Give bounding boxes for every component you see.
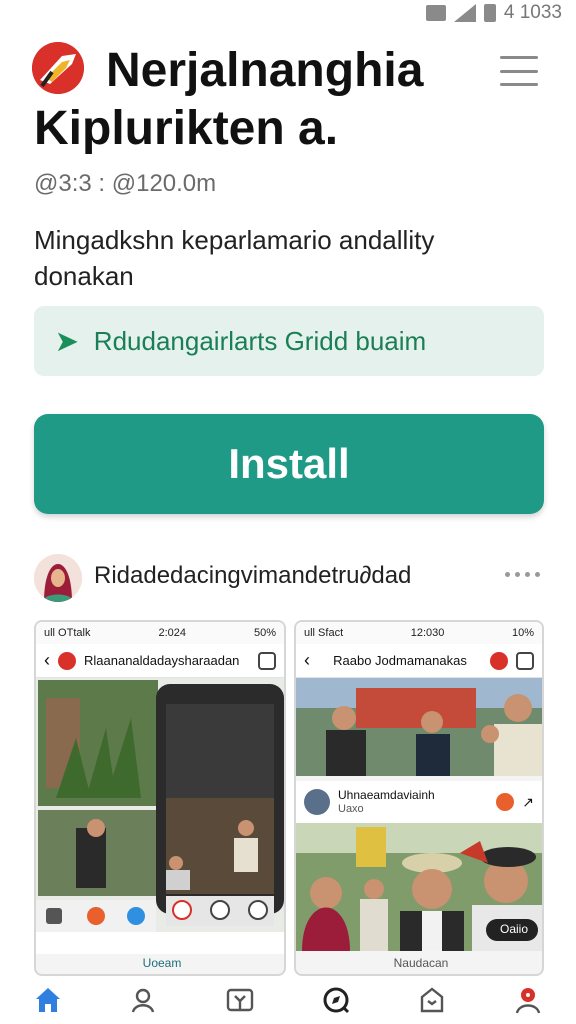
post-subtitle: Uaxo	[338, 803, 364, 815]
avatar[interactable]	[34, 554, 82, 602]
screenshot-status-bar: ull OTtalk 2:024 50%	[36, 622, 284, 644]
screenshot-2-footer: Naudacan	[393, 956, 449, 970]
app-screenshot-2[interactable]: ull Sfact 12:030 10% ‹ Raabo Jodmamanaka…	[294, 620, 544, 976]
search-person-icon	[131, 988, 155, 1013]
status-bar: 4 1033	[0, 0, 576, 24]
nav-gift[interactable]	[220, 980, 260, 1020]
screenshot-1-footer: Uoeam	[142, 956, 182, 970]
avatar	[304, 789, 330, 815]
screenshot-carrier: ull Sfact	[304, 627, 344, 639]
gift-icon	[226, 988, 254, 1012]
app-chip-icon	[58, 651, 76, 670]
profile-icon	[515, 988, 541, 1014]
screenshot-time: 2:024	[158, 627, 186, 639]
screenshot-topbar: ‹ Raabo Jodmamanakas	[296, 644, 542, 678]
reaction-icon	[496, 793, 515, 811]
back-icon: ‹	[304, 650, 310, 670]
app-title: Nerjalnanghia Kiplurikten a.	[34, 44, 424, 155]
feature-banner[interactable]: ➤ Rdudangairlarts Gridd buaim	[34, 306, 544, 376]
share-icon: ↗	[522, 793, 534, 810]
battery-icon	[483, 4, 496, 22]
compass-icon	[323, 987, 350, 1014]
app-screenshot-1[interactable]: ull OTtalk 2:024 50% ‹ Rlaananaldadaysha…	[34, 620, 286, 976]
screenshot-time: 12:030	[410, 627, 445, 639]
nav-shop[interactable]	[412, 980, 452, 1020]
home-icon	[36, 988, 60, 1012]
screenshot-topbar: ‹ Rlaananaldadaysharaadan	[36, 644, 284, 678]
screenshot-1-photo	[36, 678, 284, 954]
bag-icon	[420, 987, 444, 1013]
screenshot-battery: 50%	[253, 627, 276, 639]
screenshot-status-bar: ull Sfact 12:030 10%	[296, 622, 542, 644]
app-chip-icon	[490, 651, 508, 670]
app-meta: @3:3 : @120.0m	[34, 170, 217, 197]
menu-icon[interactable]	[500, 56, 538, 86]
install-button[interactable]: Install	[34, 414, 544, 514]
bottom-nav	[0, 976, 576, 1024]
nav-explore[interactable]	[316, 980, 356, 1020]
screenshot-title: Rlaananaldadaysharaadan	[84, 653, 240, 668]
feature-text: Rdudangairlarts Gridd buaim	[93, 325, 427, 356]
screenshot-2-photo-top	[296, 678, 542, 776]
screenshot-carrier: ull OTtalk	[44, 627, 91, 639]
timer-icon	[258, 651, 276, 670]
screenshot-2-post-header: Uhnaeamdaviainh Uaxo ↗	[296, 781, 542, 823]
nav-profile[interactable]	[508, 980, 548, 1020]
post-title: Uhnaeamdaviainh	[338, 788, 435, 802]
app-description: Mingadkshn keparlamario andallity donaka…	[34, 225, 435, 291]
nav-search[interactable]	[124, 980, 164, 1020]
notification-icon	[425, 5, 446, 21]
video-badge: Oaiio	[499, 922, 528, 936]
screenshot-title: Raabo Jodmamanakas	[333, 653, 467, 668]
timer-icon	[516, 651, 534, 670]
developer-name[interactable]: Ridadedacingvimandetru∂dad	[94, 562, 411, 590]
more-dots-icon[interactable]	[505, 572, 540, 577]
back-icon: ‹	[44, 650, 50, 670]
chevron-right-icon: ➤	[56, 325, 78, 356]
signal-icon	[453, 4, 476, 22]
status-time: 4 1033	[503, 2, 562, 23]
nav-home[interactable]	[28, 980, 68, 1020]
screenshot-battery: 10%	[511, 627, 534, 639]
